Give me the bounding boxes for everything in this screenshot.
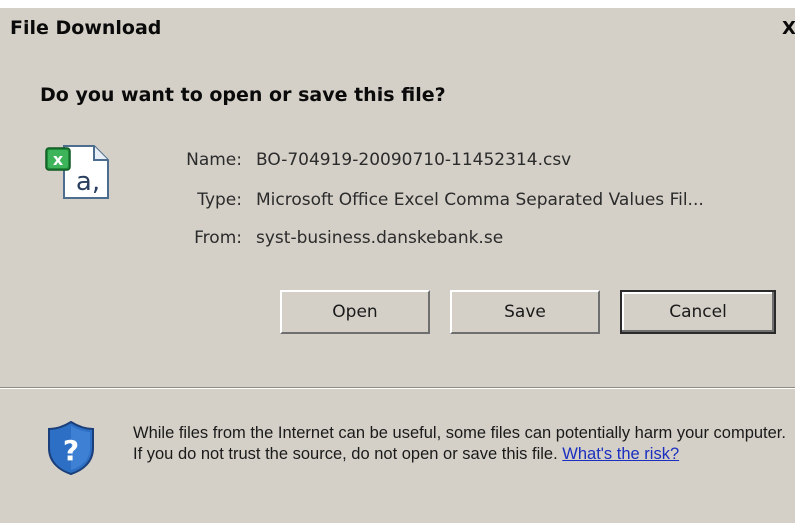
security-shield-question-icon: ? bbox=[48, 420, 94, 476]
cancel-button[interactable]: Cancel bbox=[620, 290, 776, 334]
name-label: Name: bbox=[186, 150, 242, 170]
file-from-value: syst-business.danskebank.se bbox=[256, 228, 504, 248]
file-name-row: Name: BO-704919-20090710-11452314.csv bbox=[0, 150, 795, 176]
close-button[interactable]: X bbox=[782, 18, 795, 42]
file-type-row: Type: Microsoft Office Excel Comma Separ… bbox=[0, 190, 795, 216]
svg-text:?: ? bbox=[63, 434, 79, 467]
whats-the-risk-link[interactable]: What's the risk? bbox=[562, 445, 679, 463]
dialog-heading: Do you want to open or save this file? bbox=[40, 84, 446, 106]
type-label: Type: bbox=[197, 190, 242, 210]
save-button[interactable]: Save bbox=[450, 290, 600, 334]
file-name-value: BO-704919-20090710-11452314.csv bbox=[256, 150, 572, 170]
file-download-dialog: File Download X Do you want to open or s… bbox=[0, 0, 795, 523]
open-button[interactable]: Open bbox=[280, 290, 430, 334]
warning-text: While files from the Internet can be use… bbox=[133, 424, 786, 463]
from-label: From: bbox=[194, 228, 242, 248]
file-from-row: From: syst-business.danskebank.se bbox=[0, 228, 795, 254]
file-type-value: Microsoft Office Excel Comma Separated V… bbox=[256, 190, 704, 210]
title-bar[interactable]: File Download X bbox=[0, 8, 795, 42]
window-top-edge bbox=[0, 0, 795, 8]
security-warning: While files from the Internet can be use… bbox=[133, 423, 793, 465]
window-title: File Download bbox=[10, 17, 162, 39]
separator-highlight bbox=[0, 388, 795, 389]
